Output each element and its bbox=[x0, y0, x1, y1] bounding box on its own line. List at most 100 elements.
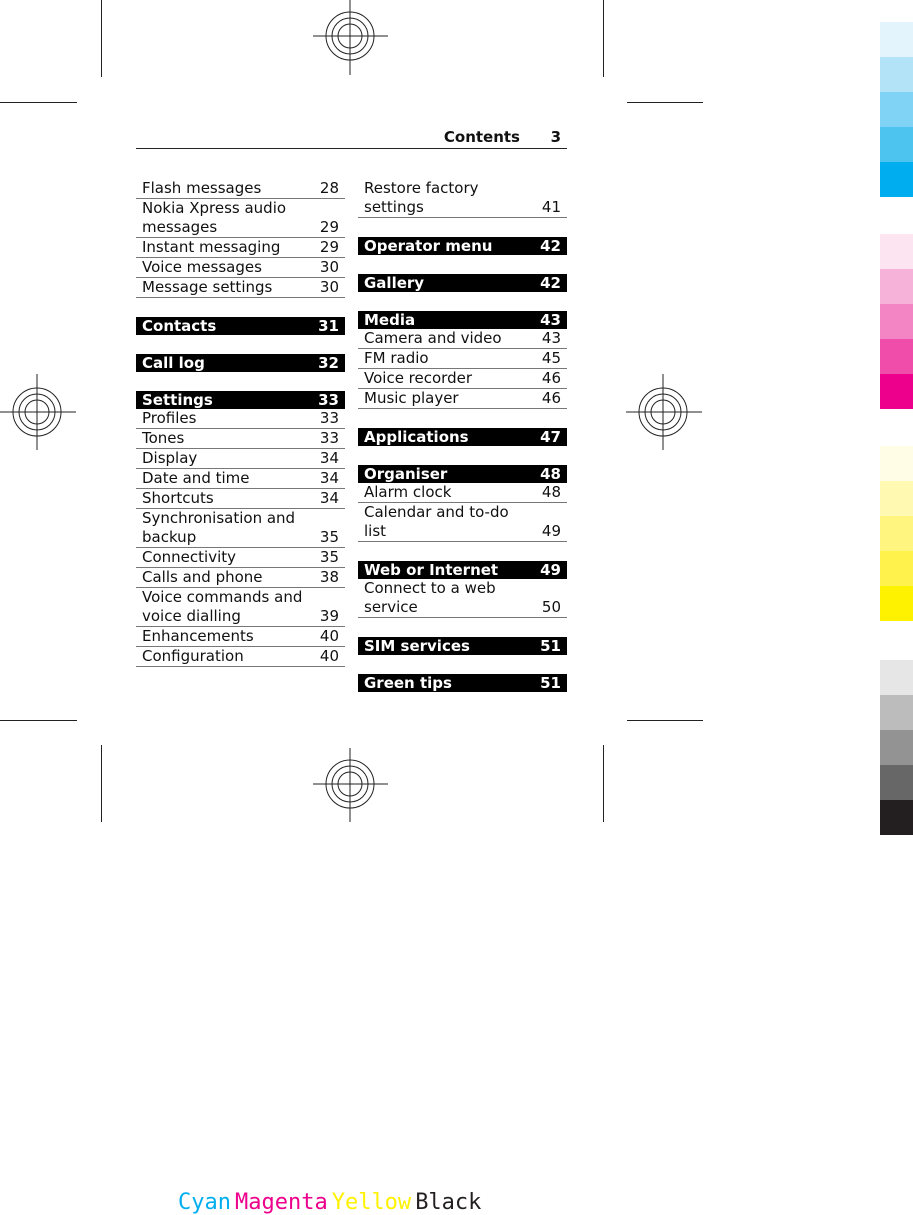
section-page-number: 49 bbox=[540, 561, 561, 579]
toc-entry[interactable]: FM radio 45 bbox=[358, 349, 567, 369]
cyan-swatch bbox=[880, 92, 913, 127]
toc-entry[interactable]: Music player 46 bbox=[358, 389, 567, 409]
section-label: Green tips bbox=[364, 674, 452, 692]
registration-mark-icon bbox=[626, 374, 702, 450]
crop-mark bbox=[101, 745, 102, 822]
entry-label: Voice commands and voice dialling bbox=[142, 588, 303, 625]
toc-right-column: Restore factory settings 41 Operator menu 4… bbox=[358, 179, 567, 692]
toc-entry[interactable]: Restore factory settings 41 bbox=[358, 179, 567, 218]
toc-entry[interactable]: Enhancements 40 bbox=[136, 627, 345, 647]
entry-label: Synchronisation and backup bbox=[142, 509, 296, 546]
toc-entry[interactable]: Voice recorder 46 bbox=[358, 369, 567, 389]
black-swatch bbox=[880, 660, 913, 695]
toc-entry[interactable]: Date and time 34 bbox=[136, 469, 345, 489]
toc-section-heading[interactable]: Organiser 48 bbox=[358, 465, 567, 483]
section-page-number: 42 bbox=[540, 274, 561, 292]
registration-mark-icon bbox=[313, 0, 388, 75]
toc-section-heading[interactable]: Gallery 42 bbox=[358, 274, 567, 292]
entry-label: Restore factory settings bbox=[364, 179, 479, 216]
cyan-swatch bbox=[880, 57, 913, 92]
toc-section-heading[interactable]: SIM services 51 bbox=[358, 637, 567, 655]
section-label: Organiser bbox=[364, 465, 448, 483]
entry-page-number: 35 bbox=[319, 528, 339, 546]
section-page-number: 48 bbox=[540, 465, 561, 483]
section-page-number: 32 bbox=[318, 354, 339, 372]
magenta-swatch bbox=[880, 339, 913, 374]
magenta-swatch bbox=[880, 374, 913, 409]
toc-entry[interactable]: Instant messaging 29 bbox=[136, 238, 345, 258]
toc-entry[interactable]: Calls and phone 38 bbox=[136, 568, 345, 588]
entry-label: Enhancements bbox=[142, 627, 254, 645]
toc-entry[interactable]: Profiles 33 bbox=[136, 409, 345, 429]
entry-label: Nokia Xpress audio messages bbox=[142, 199, 287, 236]
toc-entry[interactable]: Message settings 30 bbox=[136, 278, 345, 298]
toc-entry[interactable]: Camera and video 43 bbox=[358, 329, 567, 349]
toc-entry[interactable]: Connect to a web service 50 bbox=[358, 579, 567, 618]
entry-page-number: 29 bbox=[319, 238, 339, 256]
yellow-swatch bbox=[880, 516, 913, 551]
entry-page-number: 48 bbox=[541, 483, 561, 501]
entry-label: FM radio bbox=[364, 349, 429, 367]
toc-entry[interactable]: Calendar and to-do list 49 bbox=[358, 503, 567, 542]
toc-entry[interactable]: Tones 33 bbox=[136, 429, 345, 449]
crop-mark bbox=[603, 0, 604, 77]
entry-label: Alarm clock bbox=[364, 483, 452, 501]
cmyk-word: Magenta bbox=[234, 1190, 328, 1215]
toc-section-heading[interactable]: Operator menu 42 bbox=[358, 237, 567, 255]
toc-section-heading[interactable]: Settings 33 bbox=[136, 391, 345, 409]
toc-entry[interactable]: Voice messages 30 bbox=[136, 258, 345, 278]
toc-section-heading[interactable]: Green tips 51 bbox=[358, 674, 567, 692]
section-page-number: 31 bbox=[318, 317, 339, 335]
entry-label: Voice messages bbox=[142, 258, 262, 276]
toc-entry[interactable]: Shortcuts 34 bbox=[136, 489, 345, 509]
toc-entry[interactable]: Voice commands and voice dialling 39 bbox=[136, 588, 345, 627]
toc-entry[interactable]: Display 34 bbox=[136, 449, 345, 469]
black-swatch bbox=[880, 730, 913, 765]
yellow-swatch bbox=[880, 446, 913, 481]
toc-section-heading[interactable]: Contacts 31 bbox=[136, 317, 345, 335]
entry-page-number: 38 bbox=[319, 568, 339, 586]
section-label: Contacts bbox=[142, 317, 217, 335]
black-swatch bbox=[880, 765, 913, 800]
section-page-number: 42 bbox=[540, 237, 561, 255]
section-label: Call log bbox=[142, 354, 205, 372]
entry-label: Profiles bbox=[142, 409, 197, 427]
section-page-number: 51 bbox=[540, 674, 561, 692]
entry-label: Camera and video bbox=[364, 329, 502, 347]
entry-page-number: 29 bbox=[319, 218, 339, 236]
crop-mark bbox=[627, 720, 703, 721]
yellow-swatch bbox=[880, 481, 913, 516]
entry-label: Flash messages bbox=[142, 179, 262, 197]
toc-section-heading[interactable]: Media 43 bbox=[358, 311, 567, 329]
toc-section-heading[interactable]: Web or Internet 49 bbox=[358, 561, 567, 579]
toc-section-heading[interactable]: Call log 32 bbox=[136, 354, 345, 372]
section-page-number: 33 bbox=[318, 391, 339, 409]
toc-entry[interactable]: Connectivity 35 bbox=[136, 548, 345, 568]
toc-section-heading[interactable]: Applications 47 bbox=[358, 428, 567, 446]
yellow-swatch bbox=[880, 586, 913, 621]
entry-label: Configuration bbox=[142, 647, 244, 665]
toc-entry[interactable]: Synchronisation and backup 35 bbox=[136, 509, 345, 548]
toc-entry[interactable]: Alarm clock 48 bbox=[358, 483, 567, 503]
cyan-swatch bbox=[880, 127, 913, 162]
entry-page-number: 33 bbox=[319, 409, 339, 427]
entry-label: Connectivity bbox=[142, 548, 236, 566]
entry-page-number: 28 bbox=[319, 179, 339, 197]
entry-page-number: 40 bbox=[319, 627, 339, 645]
entry-page-number: 30 bbox=[319, 258, 339, 276]
entry-page-number: 41 bbox=[541, 198, 561, 216]
entry-page-number: 46 bbox=[541, 389, 561, 407]
toc-entry[interactable]: Flash messages 28 bbox=[136, 179, 345, 199]
entry-label: Voice recorder bbox=[364, 369, 472, 387]
section-label: Applications bbox=[364, 428, 469, 446]
toc-entry[interactable]: Configuration 40 bbox=[136, 647, 345, 667]
toc-entry[interactable]: Nokia Xpress audio messages 29 bbox=[136, 199, 345, 238]
registration-mark-icon bbox=[0, 374, 76, 450]
cmyk-word: Yellow bbox=[331, 1190, 412, 1215]
